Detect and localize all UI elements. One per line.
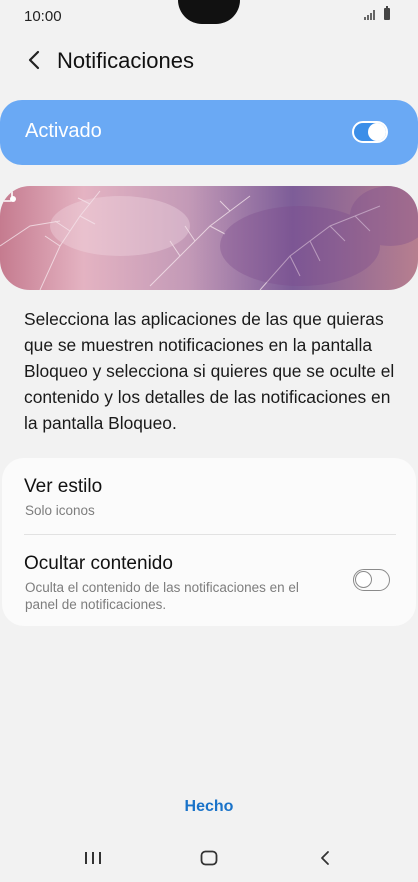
home-icon[interactable] bbox=[200, 850, 218, 866]
signal-icon bbox=[364, 10, 375, 20]
description-text: Selecciona las aplicaciones de las que q… bbox=[24, 309, 395, 433]
view-style-title[interactable]: Ver estilo bbox=[24, 476, 102, 498]
master-toggle[interactable] bbox=[352, 121, 388, 143]
master-switch-row[interactable]: Activado bbox=[0, 100, 418, 165]
recent-apps-icon[interactable] bbox=[84, 851, 102, 865]
divider bbox=[24, 534, 396, 535]
hide-content-subtitle: Oculta el contenido de las notificacione… bbox=[25, 580, 299, 612]
back-icon[interactable] bbox=[318, 850, 332, 866]
status-time: 10:00 bbox=[24, 8, 62, 25]
notification-settings-icon bbox=[1, 187, 16, 202]
wallpaper-frost-pattern bbox=[0, 186, 418, 290]
done-button[interactable]: Hecho bbox=[170, 798, 248, 816]
battery-icon bbox=[384, 6, 390, 20]
back-button[interactable] bbox=[20, 46, 48, 74]
master-switch-label: Activado bbox=[25, 120, 102, 142]
lockscreen-preview bbox=[0, 186, 418, 290]
page-title: Notificaciones bbox=[57, 48, 194, 73]
hide-content-title[interactable]: Ocultar contenido bbox=[24, 553, 173, 575]
chevron-left-icon bbox=[28, 50, 40, 70]
hide-content-toggle[interactable] bbox=[353, 569, 390, 591]
camera-notch bbox=[178, 0, 240, 24]
toggle-knob bbox=[368, 123, 386, 141]
toggle-knob bbox=[355, 571, 372, 588]
view-style-subtitle: Solo iconos bbox=[25, 503, 95, 518]
